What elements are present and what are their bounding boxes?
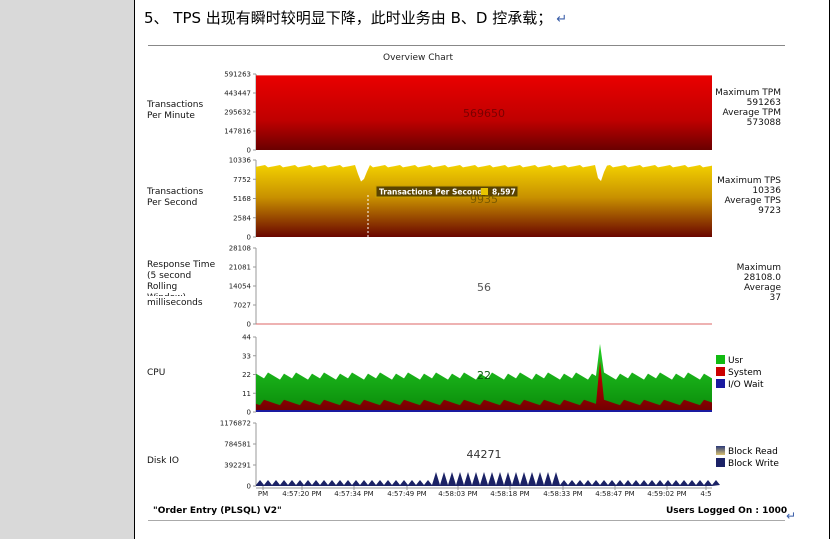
disk-write-area [256, 472, 720, 486]
cpu-y-tick-label: 11 [242, 390, 251, 398]
tps-stat-max-value: 10336 [752, 186, 781, 196]
chart-plots: Transactions Per Second 8,597569650993556… [256, 75, 720, 486]
response-stats: Maximum 28108.0 Average 37 [700, 263, 781, 303]
x-tick-label: 4:57:49 PM [387, 490, 426, 498]
cpu-legend: Usr System I/O Wait [716, 355, 764, 391]
legend-item-block-write: Block Write [716, 458, 779, 470]
tpm-y-tick-label: 0 [247, 147, 251, 155]
tps-tooltip-label: Transactions Per Second [379, 188, 483, 197]
x-tick-label: 4:58:47 PM [595, 490, 634, 498]
tpm-y-tick-label: 591263 [224, 71, 251, 79]
disk-y-tick-label: 1176872 [220, 420, 251, 428]
workload-name: "Order Entry (PLSQL) V2" [153, 506, 282, 516]
tpm-y-tick-label: 443447 [224, 90, 251, 98]
tps-y-tick-label: 10336 [229, 157, 252, 165]
x-tick-label: 4:58:18 PM [490, 490, 529, 498]
legend-item-usr: Usr [716, 355, 764, 367]
tpm-label: Transactions Per Minute [147, 100, 204, 121]
tps-y-tick-label: 0 [247, 234, 251, 242]
response-stat-max-label: Maximum [736, 263, 781, 273]
bottom-rule [148, 520, 785, 521]
disk-y-tick-label: 0 [247, 483, 251, 491]
response-label: Response Time (5 second Rolling Window) … [147, 260, 216, 296]
tps-y-tick-label: 7752 [233, 176, 251, 184]
response-stat-avg-label: Average [744, 283, 781, 293]
tpm-y-tick-label: 147816 [224, 128, 251, 136]
tps-label: Transactions Per Second [147, 187, 204, 208]
legend-item-block-read: Block Read [716, 446, 779, 458]
x-tick-label: PM [258, 490, 268, 498]
response-y-tick-label: 21081 [229, 264, 251, 272]
usr-swatch [716, 355, 725, 364]
cpu-center-value: 22 [477, 369, 491, 382]
tpm-stats: Maximum TPM 591263 Average TPM 573088 [700, 88, 781, 128]
response-stat-avg-value: 37 [769, 293, 781, 303]
block-read-swatch [716, 446, 725, 455]
tpm-stat-max-value: 591263 [746, 98, 781, 108]
tpm-stat-max-label: Maximum TPM [715, 88, 781, 98]
response-y-tick-label: 14054 [229, 283, 252, 291]
disk-center-value: 44271 [467, 448, 502, 461]
tps-stats: Maximum TPS 10336 Average TPS 9723 [700, 176, 781, 216]
system-swatch [716, 367, 725, 376]
cpu-y-tick-label: 44 [242, 334, 251, 342]
tps-stat-max-label: Maximum TPS [717, 176, 781, 186]
response-y-tick-label: 28108 [229, 245, 251, 253]
cpu-y-tick-label: 0 [247, 409, 251, 417]
response-y-tick-label: 7027 [233, 302, 251, 310]
x-tick-label: 4:5 [700, 490, 711, 498]
disk-y-tick-label: 392291 [224, 462, 251, 470]
tpm-y-tick-label: 295632 [224, 109, 251, 117]
cpu-y-tick-label: 22 [242, 371, 251, 379]
cpu-io-wait-area [256, 410, 712, 412]
response-y-tick-label: 0 [247, 321, 251, 329]
users-logged-on: Users Logged On : 1000 [666, 506, 788, 516]
tps-y-tick-label: 5168 [233, 195, 251, 203]
legend-item-system: System [716, 367, 764, 379]
tps-y-tick-label: 2584 [233, 214, 251, 222]
x-tick-label: 4:58:03 PM [438, 490, 477, 498]
response-stat-max-value: 28108.0 [743, 273, 781, 283]
tps-center-value: 9935 [470, 193, 498, 206]
tpm-center-value: 569650 [463, 107, 505, 120]
tps-stat-avg-label: Average TPS [724, 196, 781, 206]
tps-stat-avg-value: 9723 [758, 206, 781, 216]
disk-legend: Block Read Block Write [716, 446, 779, 470]
disk-label: Disk IO [147, 456, 179, 466]
cpu-y-tick-label: 33 [242, 352, 251, 360]
x-tick-label: 4:57:34 PM [334, 490, 373, 498]
response-center-value: 56 [477, 281, 491, 294]
io-wait-swatch [716, 379, 725, 388]
x-tick-label: 4:57:20 PM [282, 490, 321, 498]
x-tick-label: 4:58:33 PM [543, 490, 582, 498]
footer-paragraph-mark-icon: ↵ [786, 509, 797, 523]
x-tick-label: 4:59:02 PM [647, 490, 686, 498]
response-unit-label: milliseconds [147, 298, 203, 308]
block-write-swatch [716, 458, 725, 467]
tpm-stat-avg-label: Average TPM [722, 108, 781, 118]
legend-item-io-wait: I/O Wait [716, 379, 764, 391]
cpu-label: CPU [147, 368, 166, 378]
tpm-stat-avg-value: 573088 [746, 118, 781, 128]
disk-y-tick-label: 784581 [224, 441, 251, 449]
